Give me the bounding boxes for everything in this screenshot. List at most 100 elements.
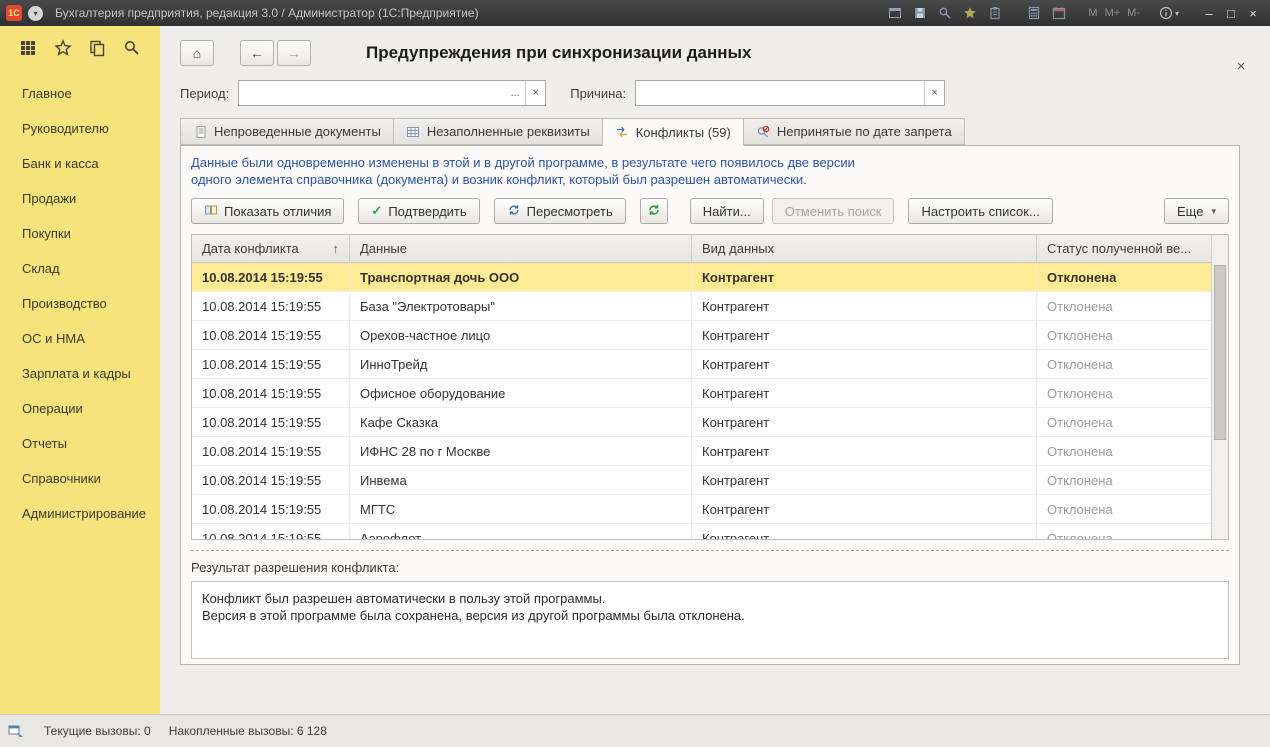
table-row[interactable]: 10.08.2014 15:19:55Кафе СказкаКонтрагент… <box>192 408 1211 437</box>
info-button[interactable]: ▾ <box>1159 6 1179 20</box>
period-clear-button[interactable]: × <box>525 81 545 105</box>
calculator-icon[interactable] <box>1026 5 1042 21</box>
sidebar-item-8[interactable]: Зарплата и кадры <box>0 356 160 391</box>
reason-input[interactable] <box>636 81 924 105</box>
refresh-icon <box>647 203 661 220</box>
scrollbar-thumb[interactable] <box>1214 265 1226 440</box>
period-input[interactable] <box>239 81 505 105</box>
sidebar-item-11[interactable]: Справочники <box>0 461 160 496</box>
reason-clear-button[interactable]: × <box>924 81 944 105</box>
diff-icon <box>204 203 218 220</box>
cell-kind: Контрагент <box>692 292 1037 320</box>
minimize-button[interactable]: – <box>1198 3 1220 23</box>
period-picker-button[interactable]: ... <box>505 81 525 105</box>
sidebar-item-1[interactable]: Руководителю <box>0 111 160 146</box>
review-icon <box>507 203 521 220</box>
home-button[interactable]: ⌂ <box>180 40 214 66</box>
more-button[interactable]: Еще ▾ <box>1164 198 1229 224</box>
cell-status: Отклонена <box>1037 379 1211 407</box>
cancel-search-label: Отменить поиск <box>785 204 882 219</box>
favorites-star-icon[interactable] <box>53 38 73 58</box>
cell-status: Отклонена <box>1037 466 1211 494</box>
table-row[interactable]: 10.08.2014 15:19:55Транспортная дочь ООО… <box>192 263 1211 292</box>
conflicts-panel: Данные были одновременно изменены в этой… <box>180 145 1240 665</box>
sidebar-menu: ГлавноеРуководителюБанк и кассаПродажиПо… <box>0 70 160 531</box>
sidebar-item-6[interactable]: Производство <box>0 286 160 321</box>
table-row[interactable]: 10.08.2014 15:19:55ИнвемаКонтрагентОткло… <box>192 466 1211 495</box>
table-row[interactable]: 10.08.2014 15:19:55ИФНС 28 по г МосквеКо… <box>192 437 1211 466</box>
tab-3[interactable]: Непринятые по дате запрета <box>743 118 965 145</box>
forward-button[interactable]: → <box>277 40 311 66</box>
tab-label: Непринятые по дате запрета <box>777 124 952 139</box>
table-row[interactable]: 10.08.2014 15:19:55Орехов-частное лицоКо… <box>192 321 1211 350</box>
show-differences-button[interactable]: Показать отличия <box>191 198 344 224</box>
main-menu-button[interactable]: ▾ <box>28 6 43 21</box>
cell-status: Отклонена <box>1037 437 1211 465</box>
tab-2[interactable]: Конфликты (59) <box>602 118 744 146</box>
sidebar-item-0[interactable]: Главное <box>0 76 160 111</box>
table-row[interactable]: 10.08.2014 15:19:55ИнноТрейдКонтрагентОт… <box>192 350 1211 379</box>
table-row[interactable]: 10.08.2014 15:19:55МГТСКонтрагентОтклоне… <box>192 495 1211 524</box>
maximize-button[interactable]: □ <box>1220 3 1242 23</box>
sidebar-item-5[interactable]: Склад <box>0 251 160 286</box>
new-window-icon[interactable] <box>887 5 903 21</box>
cell-status: Отклонена <box>1037 321 1211 349</box>
sidebar-item-3[interactable]: Продажи <box>0 181 160 216</box>
column-header-date[interactable]: Дата конфликта ↑ <box>192 235 350 262</box>
sidebar-item-4[interactable]: Покупки <box>0 216 160 251</box>
cell-data: ИФНС 28 по г Москве <box>350 437 692 465</box>
column-header-data[interactable]: Данные <box>350 235 692 262</box>
sidebar-item-10[interactable]: Отчеты <box>0 426 160 461</box>
calls-icon <box>8 723 26 739</box>
back-button[interactable]: ← <box>240 40 274 66</box>
search-icon[interactable] <box>122 38 142 58</box>
search-icon[interactable] <box>937 5 953 21</box>
conflicts-table: Дата конфликта ↑ Данные Вид данных Стату… <box>191 234 1229 540</box>
save-icon[interactable] <box>912 5 928 21</box>
cell-kind: Контрагент <box>692 495 1037 523</box>
confirm-label: Подтвердить <box>388 204 466 219</box>
configure-list-button[interactable]: Настроить список... <box>908 198 1052 224</box>
sidebar-item-12[interactable]: Администрирование <box>0 496 160 531</box>
menu-grid-icon[interactable] <box>18 38 38 58</box>
memory-button-0[interactable]: М <box>1088 7 1097 19</box>
confirm-button[interactable]: ✓ Подтвердить <box>358 198 479 224</box>
tab-label: Незаполненные реквизиты <box>427 124 590 139</box>
memory-button-2[interactable]: М- <box>1127 7 1140 19</box>
table-row[interactable]: 10.08.2014 15:19:55Офисное оборудованиеК… <box>192 379 1211 408</box>
doc-icon <box>193 124 208 139</box>
reason-label: Причина: <box>570 86 626 101</box>
page-close-button[interactable]: × <box>1232 58 1250 75</box>
tab-0[interactable]: Непроведенные документы <box>180 118 394 145</box>
close-button[interactable]: × <box>1242 3 1264 23</box>
cell-data: Транспортная дочь ООО <box>350 263 692 291</box>
cell-date: 10.08.2014 15:19:55 <box>192 263 350 291</box>
find-button[interactable]: Найти... <box>690 198 764 224</box>
calendar-icon[interactable] <box>1051 5 1067 21</box>
cell-kind: Контрагент <box>692 437 1037 465</box>
sidebar-item-2[interactable]: Банк и касса <box>0 146 160 181</box>
tab-1[interactable]: Незаполненные реквизиты <box>393 118 603 145</box>
navigation-row: ⌂ ← → Предупреждения при синхронизации д… <box>180 39 1240 66</box>
cell-date: 10.08.2014 15:19:55 <box>192 495 350 523</box>
info-icon <box>1159 6 1173 20</box>
favorites-star-icon[interactable] <box>962 5 978 21</box>
sidebar-item-7[interactable]: ОС и НМА <box>0 321 160 356</box>
vertical-scrollbar[interactable] <box>1211 235 1228 539</box>
description-line-2: одного элемента справочника (документа) … <box>191 171 1229 188</box>
review-button[interactable]: Пересмотреть <box>494 198 626 224</box>
memory-button-1[interactable]: М+ <box>1105 7 1121 19</box>
splitter[interactable] <box>191 550 1229 551</box>
clipboard-icon[interactable] <box>987 5 1003 21</box>
status-bar: Текущие вызовы: 0 Накопленные вызовы: 6 … <box>0 714 1270 747</box>
column-header-status[interactable]: Статус полученной ве... <box>1037 235 1211 262</box>
cancel-search-button[interactable]: Отменить поиск <box>772 198 895 224</box>
current-calls: Текущие вызовы: 0 <box>44 724 151 738</box>
column-header-kind[interactable]: Вид данных <box>692 235 1037 262</box>
sidebar-item-9[interactable]: Операции <box>0 391 160 426</box>
table-row[interactable]: 10.08.2014 15:19:55АэрофлотКонтрагентОтк… <box>192 524 1211 539</box>
show-differences-label: Показать отличия <box>224 204 331 219</box>
table-row[interactable]: 10.08.2014 15:19:55База "Электротовары"К… <box>192 292 1211 321</box>
refresh-button[interactable] <box>640 198 668 224</box>
history-copy-icon[interactable] <box>87 38 107 58</box>
